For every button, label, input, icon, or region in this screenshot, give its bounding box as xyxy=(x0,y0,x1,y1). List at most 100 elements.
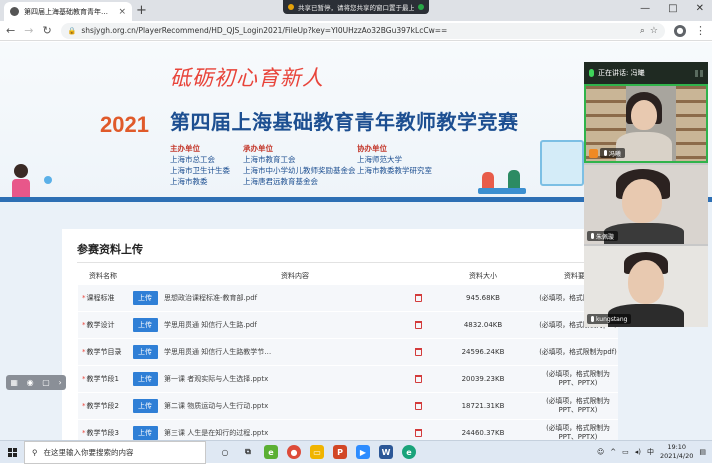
organizer-heading: 主办单位 xyxy=(170,144,200,153)
chrome-icon[interactable]: ● xyxy=(287,445,301,459)
word-icon[interactable]: W xyxy=(379,445,393,459)
site-favicon-icon xyxy=(10,7,19,16)
file-size: 24596.24KB xyxy=(461,348,505,356)
minimize-button[interactable]: — xyxy=(640,3,650,14)
file-explorer-icon[interactable]: ▭ xyxy=(310,445,324,459)
system-tray: ☺ ^ ▭ ◂) 中 19:10 2021/4/20 ▤ xyxy=(597,443,712,461)
browser-tab[interactable]: 第四届上海基础教育青年教师教学竞 × xyxy=(4,2,132,21)
row-name: *教学节段3 xyxy=(78,428,128,438)
forward-arrow-icon[interactable]: → xyxy=(24,24,33,37)
url-field[interactable]: 🔒 shsjygh.org.cn/PlayerRecommend/HD_QJS_… xyxy=(60,22,665,39)
bookmark-star-icon[interactable]: ☆ xyxy=(650,26,658,36)
back-arrow-icon[interactable]: ← xyxy=(6,24,15,37)
section-title: 参赛资料上传 xyxy=(77,243,143,256)
new-tab-button[interactable]: + xyxy=(136,3,147,18)
required-star: * xyxy=(82,402,86,410)
search-placeholder: 在这里输入你要搜索的内容 xyxy=(43,447,134,457)
file-size: 4832.04KB xyxy=(463,321,503,329)
row-name-text: 教学设计 xyxy=(86,321,115,329)
url-text[interactable]: shsjygh.org.cn/PlayerRecommend/HD_QJS_Lo… xyxy=(81,26,635,35)
start-button[interactable] xyxy=(0,447,24,457)
close-tab-icon[interactable]: × xyxy=(118,7,126,17)
column-header: 资料内容 xyxy=(281,272,309,280)
network-icon[interactable]: ▭ xyxy=(622,448,629,456)
cortana-icon[interactable]: ○ xyxy=(218,445,232,459)
clock-time: 19:10 xyxy=(667,443,687,451)
participant-name: 朱佩璇 xyxy=(596,233,615,241)
table-row: *教学节段3 上传 第三课 人生是在知行的过程.pptx 24460.37KB … xyxy=(78,420,618,440)
participant-name: 冯曦 xyxy=(609,150,622,158)
video-tile[interactable]: 朱佩璇 xyxy=(584,165,708,244)
upload-button[interactable]: 上传 xyxy=(132,318,158,332)
close-window-button[interactable]: ✕ xyxy=(696,3,704,14)
row-name-text: 教学节目录 xyxy=(86,348,122,356)
ime-icon[interactable]: 中 xyxy=(647,447,654,457)
search-zoom-icon[interactable]: ⌕ xyxy=(640,26,645,36)
delete-icon[interactable] xyxy=(414,294,422,302)
file-link[interactable]: 第三课 人生是在知行的过程.pptx xyxy=(162,428,408,438)
table-header: 资料名称 资料内容 资料大小 资料要求 xyxy=(78,271,618,283)
browser-menu-icon[interactable]: ⋮ xyxy=(695,24,706,37)
upload-button[interactable]: 上传 xyxy=(132,399,158,413)
organizer-item: 上海市教委 xyxy=(170,177,208,186)
video-tile[interactable]: kungstang xyxy=(584,246,708,327)
more-icon[interactable]: › xyxy=(58,378,61,387)
upload-button[interactable]: 上传 xyxy=(132,291,158,305)
organizer-item: 上海师范大学 xyxy=(357,155,402,164)
windows-logo-icon xyxy=(7,447,17,457)
upload-button[interactable]: 上传 xyxy=(132,345,158,359)
file-link[interactable]: 学思用贯通 知信行人生路教学节… xyxy=(162,347,408,357)
file-requirement: (必填项，格式限制为PPT、PPTX) xyxy=(546,370,610,387)
delete-icon[interactable] xyxy=(414,429,422,437)
delete-icon[interactable] xyxy=(414,348,422,356)
maximize-button[interactable]: □ xyxy=(668,3,677,14)
upload-button[interactable]: 上传 xyxy=(132,426,158,440)
taskbar-search-box[interactable]: ⚲ 在这里输入你要搜索的内容 xyxy=(24,440,206,464)
notification-icon[interactable]: ▤ xyxy=(699,448,706,456)
delete-icon[interactable] xyxy=(414,321,422,329)
delete-icon[interactable] xyxy=(414,375,422,383)
people-icon[interactable]: ☺ xyxy=(597,448,604,456)
grid-view-icon[interactable]: ▦ xyxy=(10,378,18,387)
share-paused-banner: 共享已暂停，请将您共享的窗口置于最上方 xyxy=(283,0,429,14)
screen-illustration xyxy=(540,140,584,186)
participant-name-tag: kungstang xyxy=(587,314,632,324)
address-bar-row: ← → ↻ 🔒 shsjygh.org.cn/PlayerRecommend/H… xyxy=(0,21,712,41)
hero-year: 2021 xyxy=(100,112,149,138)
mic-icon xyxy=(604,150,607,156)
profile-avatar-icon[interactable]: ● xyxy=(674,24,686,37)
reload-icon[interactable]: ↻ xyxy=(42,24,51,37)
file-link[interactable]: 第一课 者观实际与人生选择.pptx xyxy=(162,374,408,384)
task-view-icon[interactable]: ⧉ xyxy=(241,445,255,459)
hero-slogan: 砥砺初心育新人 xyxy=(170,66,324,90)
mic-icon xyxy=(591,316,594,322)
user-icon[interactable]: ◉ xyxy=(27,378,34,387)
file-link[interactable]: 学思用贯通 知信行人生路.pdf xyxy=(162,320,408,330)
powerpoint-icon[interactable]: P xyxy=(333,445,347,459)
row-name: *课程标准 xyxy=(78,293,128,303)
participant-face xyxy=(631,100,657,130)
delete-icon[interactable] xyxy=(414,402,422,410)
table-row: *教学节段2 上传 第二课 物质运动与人生行动.pptx 18721.31KB … xyxy=(78,393,618,420)
mic-icon xyxy=(591,233,594,239)
required-star: * xyxy=(82,321,86,329)
tab-title: 第四届上海基础教育青年教师教学竞 xyxy=(24,7,113,16)
layout-toggle-icon[interactable] xyxy=(695,69,703,77)
upload-button[interactable]: 上传 xyxy=(132,372,158,386)
zoom-icon[interactable]: ▶ xyxy=(356,445,370,459)
video-tile-active-speaker[interactable]: 冯曦 xyxy=(584,84,708,163)
chat-icon[interactable]: ▢ xyxy=(42,378,50,387)
speaking-label: 正在讲话: 冯曦 xyxy=(598,69,645,77)
hero-title: 第四届上海基础教育青年教师教学竞赛 xyxy=(170,110,519,134)
lock-icon[interactable]: 🔒 xyxy=(68,27,77,35)
file-link[interactable]: 第二课 物质运动与人生行动.pptx xyxy=(162,401,408,411)
file-link[interactable]: 思想政治课程标准-教育部.pdf xyxy=(162,293,408,303)
app-green-icon[interactable]: e xyxy=(264,445,278,459)
taskbar-clock[interactable]: 19:10 2021/4/20 xyxy=(660,443,693,461)
share-status-icon[interactable] xyxy=(418,4,424,10)
edge-icon[interactable]: e xyxy=(402,445,416,459)
volume-icon[interactable]: ◂) xyxy=(635,448,641,456)
organizer-group: 承办单位 上海市教育工会 上海市中小学幼儿教师奖励基金会 上海唐君远教育基金会 xyxy=(243,143,356,187)
speaking-indicator: 正在讲话: 冯曦 xyxy=(584,62,708,84)
tray-overflow-icon[interactable]: ^ xyxy=(610,448,616,456)
